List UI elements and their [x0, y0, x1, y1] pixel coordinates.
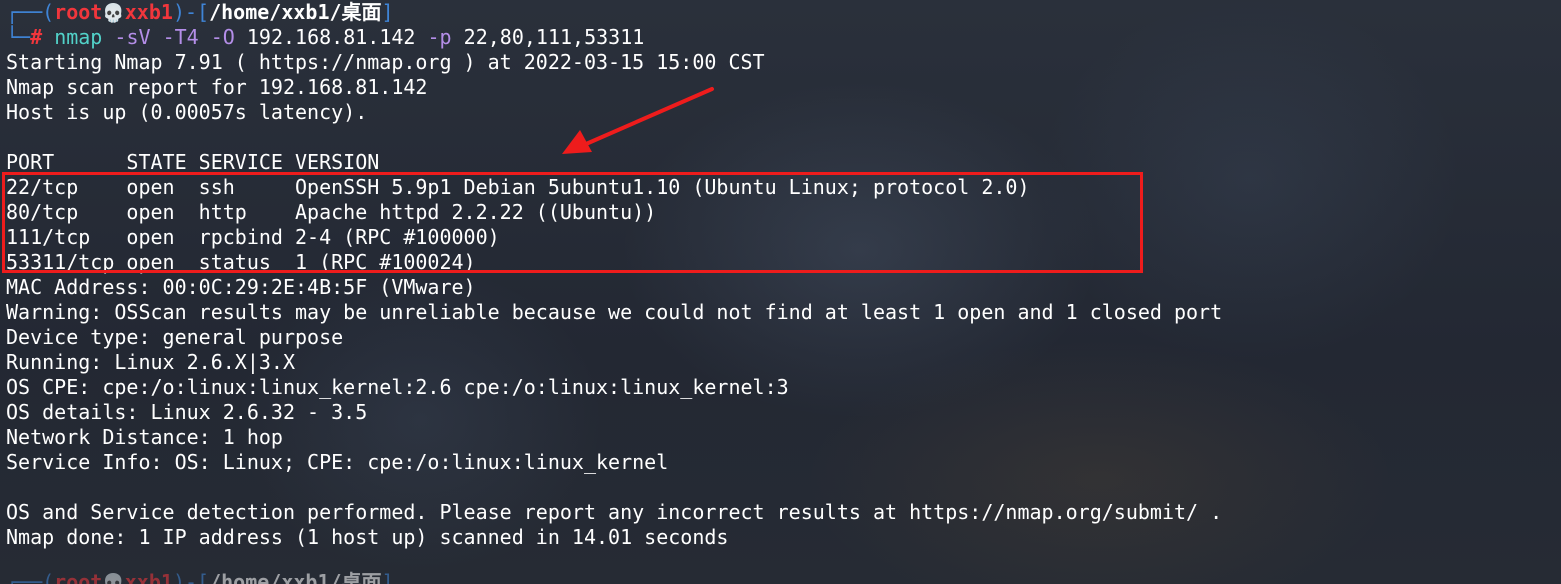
prompt-bracket-close: ] [381, 0, 394, 24]
command-flag-p: -p [427, 25, 452, 49]
command-flag-sv: -sV [114, 25, 151, 49]
output-line: Warning: OSScan results may be unreliabl… [6, 300, 1223, 324]
prompt-corner-top: ┌── [6, 570, 43, 584]
prompt-header: ┌──(root💀xxb1)-[/home/xxb1/桌面] [6, 0, 394, 25]
command-line[interactable]: └─# nmap -sV -T4 -O 192.168.81.142 -p 22… [6, 25, 644, 50]
prompt-paren-open: ( [42, 570, 55, 584]
output-line: Host is up (0.00057s latency). [6, 100, 368, 124]
output-line: MAC Address: 00:0C:29:2E:4B:5F (VMware) [6, 275, 476, 299]
command-program: nmap [54, 25, 103, 49]
prompt-dash: - [184, 0, 198, 24]
prompt-bracket-open: [ [197, 0, 210, 24]
output-line: OS CPE: cpe:/o:linux:linux_kernel:2.6 cp… [6, 375, 789, 399]
prompt-user: root [54, 570, 103, 584]
output-line: OS and Service detection performed. Plea… [6, 500, 1223, 524]
skull-icon: 💀 [102, 3, 125, 24]
prompt-paren-close: ) [172, 0, 185, 24]
output-line: Starting Nmap 7.91 ( https://nmap.org ) … [6, 50, 765, 74]
output-line: Network Distance: 1 hop [6, 425, 283, 449]
prompt-dash: - [184, 570, 198, 584]
prompt-corner-bottom: └─ [6, 25, 31, 49]
highlight-box [2, 172, 1143, 273]
command-ports: 22,80,111,53311 [463, 25, 645, 49]
prompt-user: root [54, 0, 103, 24]
skull-icon: 💀 [102, 573, 125, 584]
prompt-bracket-close: ] [381, 570, 394, 584]
output-line: Device type: general purpose [6, 325, 344, 349]
output-line: Service Info: OS: Linux; CPE: cpe:/o:lin… [6, 450, 669, 474]
prompt-bracket-open: [ [197, 570, 210, 584]
prompt-corner-top: ┌── [6, 0, 43, 24]
prompt-paren-close: ) [172, 570, 185, 584]
prompt-path: /home/xxb1/桌面 [209, 570, 382, 584]
output-line: OS details: Linux 2.6.32 - 3.5 [6, 400, 368, 424]
prompt-host: xxb1 [124, 0, 173, 24]
output-line: Nmap done: 1 IP address (1 host up) scan… [6, 525, 729, 549]
prompt-host: xxb1 [124, 570, 173, 584]
command-flag-o: -O [210, 25, 235, 49]
prompt-path: /home/xxb1/桌面 [209, 0, 382, 24]
command-flag-t4: -T4 [162, 25, 199, 49]
prompt-symbol: # [30, 25, 43, 49]
terminal-window[interactable]: ┌──(root💀xxb1)-[/home/xxb1/桌面] └─# nmap … [0, 0, 1561, 584]
next-prompt-header: ┌──(root💀xxb1)-[/home/xxb1/桌面] [6, 570, 394, 584]
output-line: Running: Linux 2.6.X|3.X [6, 350, 295, 374]
command-target: 192.168.81.142 [246, 25, 416, 49]
prompt-paren-open: ( [42, 0, 55, 24]
output-line: Nmap scan report for 192.168.81.142 [6, 75, 428, 99]
